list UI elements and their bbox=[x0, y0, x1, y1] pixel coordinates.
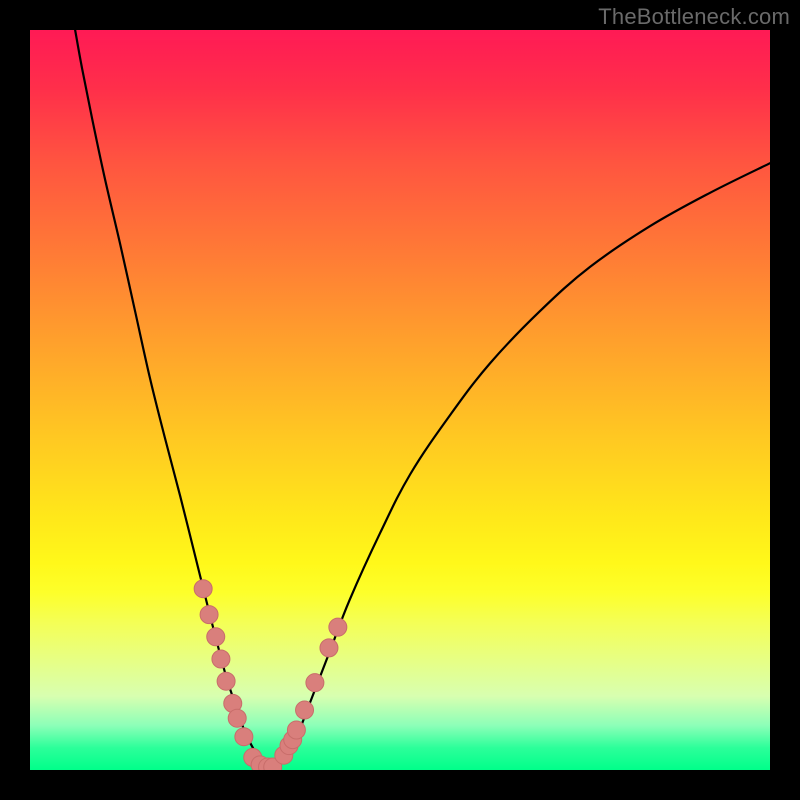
curve-layer bbox=[30, 30, 770, 770]
marker-dot bbox=[212, 650, 230, 668]
stage: TheBottleneck.com bbox=[0, 0, 800, 800]
marker-dots bbox=[194, 580, 347, 770]
marker-dot bbox=[306, 674, 324, 692]
marker-dot bbox=[320, 639, 338, 657]
marker-dot bbox=[296, 701, 314, 719]
marker-dot bbox=[217, 672, 235, 690]
curve-left bbox=[75, 30, 270, 768]
curve-right bbox=[275, 163, 770, 768]
marker-dot bbox=[228, 709, 246, 727]
marker-dot bbox=[207, 628, 225, 646]
marker-dot bbox=[194, 580, 212, 598]
marker-dot bbox=[287, 721, 305, 739]
marker-dot bbox=[235, 728, 253, 746]
plot-area bbox=[30, 30, 770, 770]
marker-dot bbox=[200, 606, 218, 624]
watermark-text: TheBottleneck.com bbox=[598, 4, 790, 30]
marker-dot bbox=[329, 618, 347, 636]
